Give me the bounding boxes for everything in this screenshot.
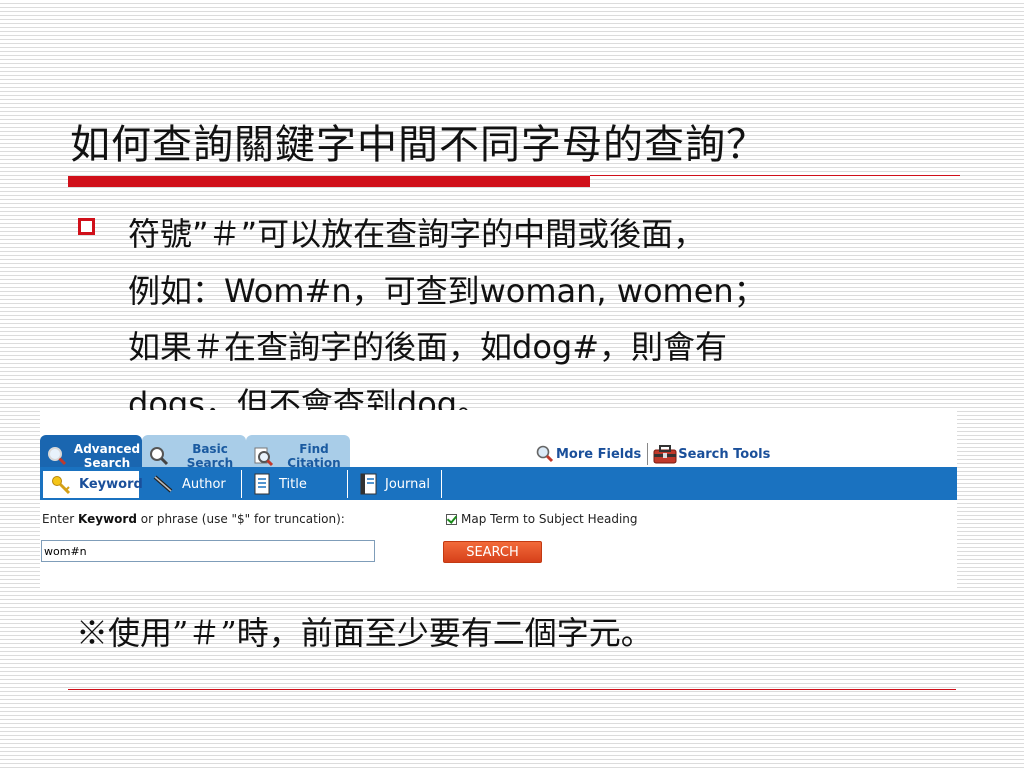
tab-citation-label-1: Find bbox=[299, 442, 329, 456]
tab-advanced-label-1: Advanced bbox=[73, 442, 141, 456]
magnifier-icon bbox=[48, 447, 67, 466]
embedded-screenshot: Advanced Search Basic Search Find Citati… bbox=[40, 410, 957, 590]
toolbox-icon bbox=[653, 445, 677, 464]
slide-title: 如何查詢關鍵字中間不同字母的查詢？ bbox=[70, 122, 767, 168]
magnifier-icon bbox=[536, 445, 554, 463]
magnifier-document-icon bbox=[254, 447, 274, 467]
bullet-text: 符號”＃”可以放在查詢字的中間或後面， 例如：Wom#n，可查到woman, w… bbox=[128, 206, 988, 432]
subtab-title-label: Title bbox=[279, 476, 307, 492]
search-button[interactable]: SEARCH bbox=[443, 541, 542, 563]
journal-icon bbox=[360, 473, 377, 495]
subtab-author-label: Author bbox=[182, 476, 226, 492]
search-instructions: Enter Keyword or phrase (use "$" for tru… bbox=[42, 512, 345, 526]
bullet-line-1: 符號”＃”可以放在查詢字的中間或後面， bbox=[128, 215, 706, 253]
subtab-journal[interactable]: Journal bbox=[349, 470, 442, 498]
map-term-checkbox[interactable] bbox=[446, 513, 457, 525]
keyword-search-input[interactable] bbox=[41, 540, 375, 562]
bottom-rule bbox=[68, 689, 956, 690]
search-tools-label: Search Tools bbox=[678, 446, 771, 462]
subtab-author[interactable]: Author bbox=[144, 470, 242, 498]
magnifier-icon bbox=[150, 447, 169, 466]
more-fields-link[interactable]: More Fields bbox=[534, 444, 641, 464]
subtab-keyword[interactable]: Keyword bbox=[42, 470, 143, 498]
key-icon bbox=[52, 475, 71, 494]
keyword-bold: Keyword bbox=[78, 512, 137, 526]
map-term-option[interactable]: Map Term to Subject Heading bbox=[446, 512, 638, 526]
document-icon bbox=[254, 473, 270, 495]
subtab-journal-label: Journal bbox=[385, 476, 430, 492]
pen-icon bbox=[153, 475, 173, 493]
bullet-square-icon bbox=[78, 218, 95, 235]
link-separator bbox=[647, 443, 649, 465]
map-term-label: Map Term to Subject Heading bbox=[461, 512, 638, 526]
tab-basic-label-1: Basic bbox=[192, 442, 228, 456]
top-links: More Fields Search Tools bbox=[534, 443, 770, 465]
note-text: ※使用”＃”時，前面至少要有二個字元。 bbox=[76, 614, 653, 652]
bullet-line-3: 如果＃在查詢字的後面，如dog#，則會有 bbox=[128, 328, 728, 366]
title-underline-thin bbox=[590, 175, 960, 176]
more-fields-label: More Fields bbox=[556, 446, 642, 462]
subtab-title[interactable]: Title bbox=[243, 470, 348, 498]
title-underline-thick bbox=[68, 176, 590, 187]
subtab-keyword-label: Keyword bbox=[79, 477, 143, 492]
search-tools-link[interactable]: Search Tools bbox=[652, 443, 770, 465]
bullet-line-2: 例如：Wom#n，可查到woman, women； bbox=[128, 271, 766, 310]
